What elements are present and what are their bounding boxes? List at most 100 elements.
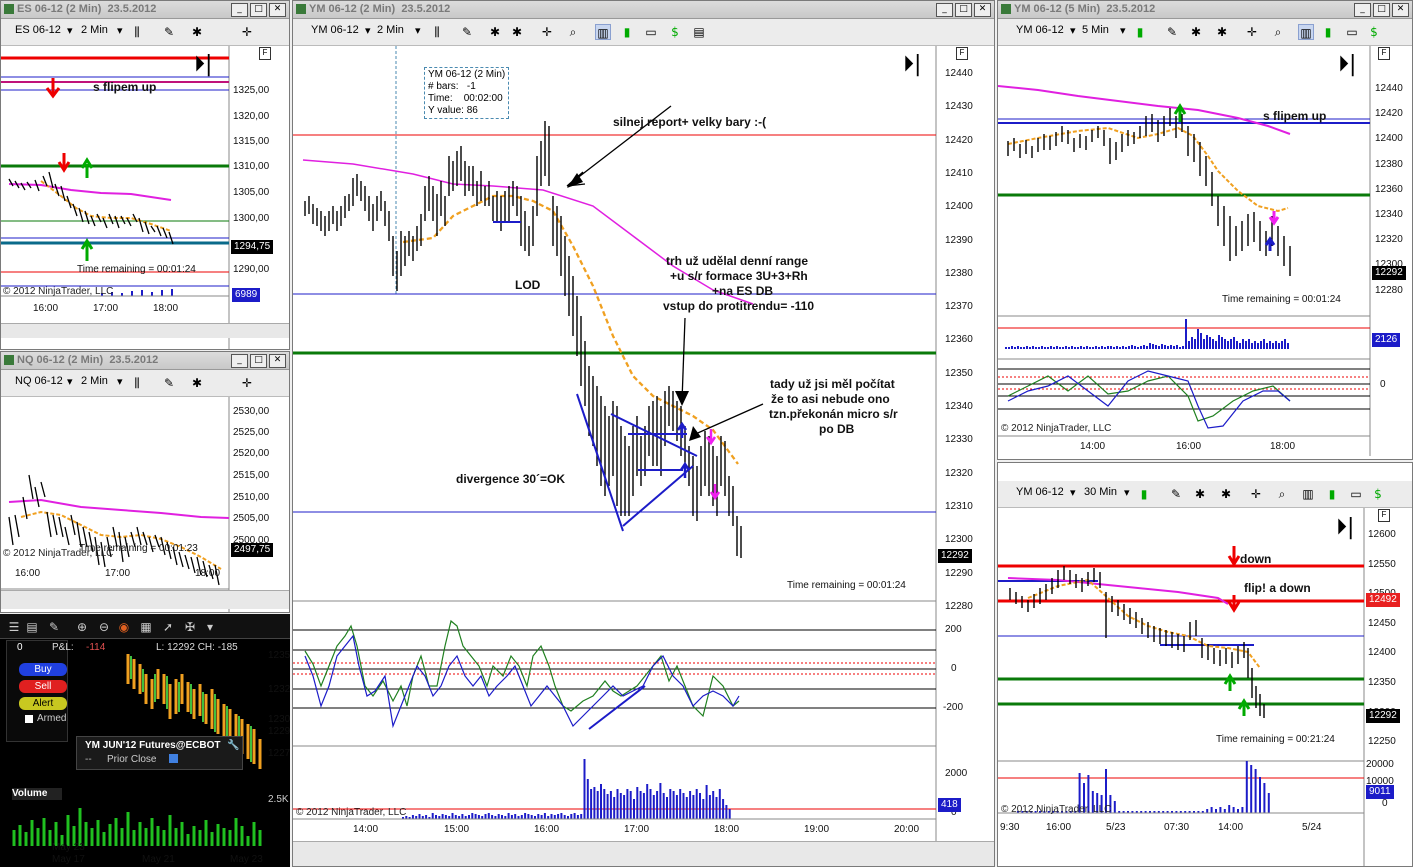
chart-trader-icon[interactable]: ▥: [1298, 24, 1314, 40]
interval-selector[interactable]: 2 Min: [81, 24, 108, 36]
annotation-tady-2: že to asi nebude ono: [771, 392, 890, 406]
ym2-price-chart[interactable]: [293, 46, 994, 866]
indicator-icon[interactable]: ✱: [1188, 24, 1204, 40]
crosshair-icon[interactable]: ✛: [239, 24, 255, 40]
target-icon[interactable]: ◉: [116, 619, 132, 635]
copyright: © 2012 NinjaTrader, LLC: [1001, 804, 1112, 815]
f-button[interactable]: F: [1378, 47, 1390, 60]
tools-icon[interactable]: ✠: [182, 619, 198, 635]
crosshair-icon[interactable]: ✛: [539, 24, 555, 40]
bars-icon[interactable]: ▮: [1320, 24, 1336, 40]
bar-type-icon[interactable]: ▮: [1132, 24, 1148, 40]
instrument-selector[interactable]: ES 06-12: [15, 24, 61, 36]
pencil-icon[interactable]: ✎: [161, 24, 177, 40]
instrument-selector[interactable]: YM 06-12: [1016, 24, 1064, 36]
maximize-button[interactable]: □: [250, 354, 267, 368]
alert-button[interactable]: Alert: [19, 697, 67, 710]
close-button[interactable]: ✕: [269, 354, 286, 368]
nq-title-bar[interactable]: NQ 06-12 (2 Min) 23.5.2012 _ □ ✕: [1, 352, 289, 370]
zoom-icon[interactable]: ⌕: [565, 24, 581, 40]
price-tick-label: 12340: [1375, 209, 1403, 220]
bar-type-icon[interactable]: ⫼: [129, 375, 145, 391]
instrument-selector[interactable]: NQ 06-12: [15, 375, 63, 387]
horizontal-scrollbar[interactable]: [1, 590, 289, 609]
horizontal-scrollbar[interactable]: [293, 841, 994, 866]
cursor-icon[interactable]: ➚: [160, 619, 176, 635]
close-button[interactable]: ✕: [1392, 3, 1409, 17]
minimize-button[interactable]: _: [936, 3, 953, 17]
f-button[interactable]: F: [259, 47, 271, 60]
indicator-icon[interactable]: ✱: [189, 24, 205, 40]
f-button[interactable]: F: [1378, 509, 1390, 522]
zoom-icon[interactable]: ⌕: [1274, 486, 1290, 502]
instrument-selector[interactable]: YM 06-12: [1016, 486, 1064, 498]
prior-close-checkbox[interactable]: [169, 754, 178, 763]
zoom-in-icon[interactable]: ⊕: [74, 619, 90, 635]
wrench-icon[interactable]: 🔧: [227, 740, 239, 751]
ym5-price-chart[interactable]: [998, 46, 1412, 456]
window-date: 23.5.2012: [401, 3, 451, 15]
chart-trader-toolbar: ☰ ▤ ✎ ⊕ ⊖ ◉ ▦ ➚ ✠ ▾: [0, 614, 290, 639]
indicator-icon[interactable]: ✱: [487, 24, 503, 40]
playback-icon[interactable]: ⏵|: [1338, 54, 1356, 76]
data-box-icon[interactable]: ▭: [1344, 24, 1360, 40]
f-button[interactable]: F: [956, 47, 968, 60]
interval-selector[interactable]: 5 Min: [1082, 24, 1109, 36]
strategy-icon[interactable]: ✱: [1218, 486, 1234, 502]
ym5-title-bar[interactable]: YM 06-12 (5 Min) 23.5.2012 _ □ ✕: [998, 1, 1412, 19]
minimize-button[interactable]: _: [1354, 3, 1371, 17]
interval-selector[interactable]: 30 Min: [1084, 486, 1117, 498]
close-button[interactable]: ✕: [974, 3, 991, 17]
playback-icon[interactable]: ⏵|: [903, 54, 921, 76]
dollar-icon[interactable]: $: [1370, 486, 1386, 502]
playback-icon[interactable]: ⏵|: [194, 54, 212, 76]
minimize-button[interactable]: _: [231, 354, 248, 368]
bars-icon[interactable]: ▮: [1324, 486, 1340, 502]
indicator-icon[interactable]: ✱: [189, 375, 205, 391]
bar-type-icon[interactable]: ⫼: [129, 24, 145, 40]
list-icon[interactable]: ☰: [6, 619, 22, 635]
pencil-icon[interactable]: ✎: [46, 619, 62, 635]
properties-icon[interactable]: ▤: [691, 24, 707, 40]
horizontal-scrollbar[interactable]: [1, 323, 289, 338]
zoom-out-icon[interactable]: ⊖: [96, 619, 112, 635]
maximize-button[interactable]: □: [955, 3, 972, 17]
minimize-button[interactable]: _: [231, 3, 248, 17]
zoom-icon[interactable]: ⌕: [1270, 24, 1286, 40]
maximize-button[interactable]: □: [1373, 3, 1390, 17]
chart-trader-icon[interactable]: ▥: [1300, 486, 1316, 502]
strategy-icon[interactable]: ✱: [1214, 24, 1230, 40]
dollar-icon[interactable]: $: [1366, 24, 1382, 40]
ym2-title-bar[interactable]: YM 06-12 (2 Min) 23.5.2012 _ □ ✕: [293, 1, 994, 19]
playback-icon[interactable]: ⏵|: [1336, 517, 1354, 539]
close-button[interactable]: ✕: [269, 3, 286, 17]
dropdown-icon[interactable]: ▾: [202, 619, 218, 635]
indicator-icon[interactable]: ✱: [1192, 486, 1208, 502]
data-box-icon[interactable]: ▭: [643, 24, 659, 40]
maximize-button[interactable]: □: [250, 3, 267, 17]
pencil-icon[interactable]: ✎: [459, 24, 475, 40]
crosshair-icon[interactable]: ✛: [1248, 486, 1264, 502]
chart-trader-icon[interactable]: ▥: [595, 24, 611, 40]
dollar-icon[interactable]: $: [667, 24, 683, 40]
buy-button[interactable]: Buy: [19, 663, 67, 676]
interval-selector[interactable]: 2 Min: [377, 24, 404, 36]
chart-icon[interactable]: ▦: [138, 619, 154, 635]
pencil-icon[interactable]: ✎: [1164, 24, 1180, 40]
armed-checkbox[interactable]: [25, 715, 33, 723]
pencil-icon[interactable]: ✎: [161, 375, 177, 391]
data-box-icon[interactable]: ▭: [1348, 486, 1364, 502]
bar-type-icon[interactable]: ⫼: [429, 24, 445, 40]
pencil-icon[interactable]: ✎: [1168, 486, 1184, 502]
interval-selector[interactable]: 2 Min: [81, 375, 108, 387]
crosshair-icon[interactable]: ✛: [1244, 24, 1260, 40]
es-title-bar[interactable]: ES 06-12 (2 Min) 23.5.2012 _ □ ✕: [1, 1, 289, 19]
sell-button[interactable]: Sell: [19, 680, 67, 693]
strategy-icon[interactable]: ✱: [509, 24, 525, 40]
price-tick-label: 12360: [945, 334, 973, 346]
bars-icon[interactable]: ▮: [619, 24, 635, 40]
bar-type-icon[interactable]: ▮: [1136, 486, 1152, 502]
instrument-selector[interactable]: YM 06-12: [311, 24, 359, 36]
properties-icon[interactable]: ▤: [24, 619, 40, 635]
crosshair-icon[interactable]: ✛: [239, 375, 255, 391]
